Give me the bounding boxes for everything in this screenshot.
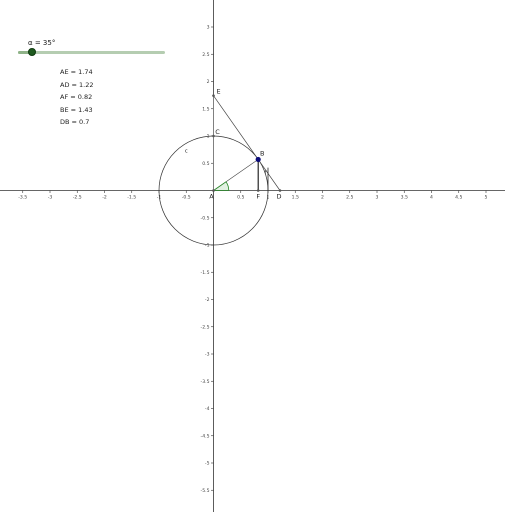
x-tick-label: 2.5 (346, 195, 353, 201)
segment-f-label: f (265, 170, 267, 176)
y-tick-label: -5 (205, 461, 210, 467)
point-b[interactable] (255, 156, 261, 163)
measure-be: BE = 1.43 (60, 105, 93, 114)
measure-ae: AE = 1.74 (60, 68, 93, 76)
y-tick-label: -3 (205, 352, 210, 358)
y-tick-label: -3.5 (201, 379, 210, 385)
measure-db: DB = 0.7 (60, 118, 90, 127)
y-tick-label: -1.5 (201, 270, 210, 276)
tangent-line-ed[interactable] (213, 95, 281, 191)
y-tick-label: -0.5 (201, 215, 210, 221)
y-tick-label: -1 (205, 243, 210, 249)
y-tick-label: 2.5 (202, 52, 209, 58)
y-tick-label: 3 (207, 25, 210, 31)
x-tick-label: 3 (376, 195, 379, 201)
measure-af: AF = 0.82 (60, 93, 93, 102)
angle-slider-track[interactable] (18, 51, 165, 54)
y-tick-label: 0.5 (202, 161, 209, 167)
x-tick-label: 5 (485, 195, 488, 201)
point-d-label: D (276, 193, 281, 201)
point-e[interactable] (212, 94, 215, 97)
point-c-label: C (215, 128, 220, 136)
x-tick-label: -0.5 (182, 195, 191, 201)
x-tick-label: -3.5 (18, 195, 27, 201)
circle-label: c (185, 148, 188, 154)
angle-alpha-arc[interactable] (212, 181, 230, 191)
x-tick-label: -2.5 (73, 195, 82, 201)
point-a-label: A (209, 193, 214, 201)
x-tick-label: 3.5 (401, 195, 408, 201)
x-tick-label: 2 (321, 195, 324, 201)
y-tick-label: 1.5 (202, 106, 209, 112)
x-tick-label: 4 (430, 195, 433, 201)
point-d[interactable] (278, 189, 282, 192)
point-a[interactable] (212, 189, 215, 192)
x-tick-label: -1.5 (127, 195, 136, 201)
measure-ad: AD = 1.22 (60, 80, 94, 89)
y-tick-label: -5.5 (201, 488, 210, 494)
y-tick-label: -2.5 (201, 324, 210, 330)
point-b-label: B (260, 149, 264, 157)
measurements-panel: AE = 1.74 AD = 1.22 AF = 0.82 BE = 1.43 … (60, 66, 94, 129)
y-tick-label: -2 (205, 297, 210, 303)
x-tick-label: 1.5 (292, 195, 299, 201)
x-tick-label: -2 (102, 195, 107, 201)
x-tick-label: 0.5 (237, 195, 244, 201)
point-e-label: E (216, 88, 220, 96)
point-f-label: F (256, 193, 260, 201)
angle-slider-label: α = 35° (28, 39, 56, 47)
y-tick-label: -4 (205, 406, 210, 412)
y-tick-label: -4.5 (201, 433, 210, 439)
y-tick-label: 2 (207, 79, 210, 85)
point-f[interactable] (256, 189, 260, 192)
x-tick-label: -3 (48, 195, 53, 201)
x-tick-label: 4.5 (455, 195, 462, 201)
